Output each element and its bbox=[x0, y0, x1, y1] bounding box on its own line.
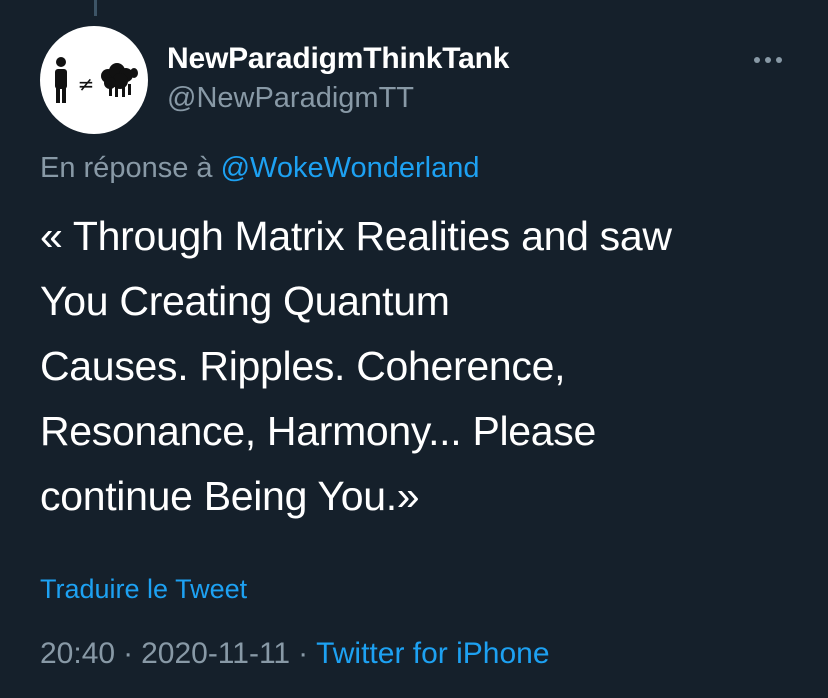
reply-context: En réponse à @WokeWonderland bbox=[40, 152, 479, 185]
tweet-source-link[interactable]: Twitter for iPhone bbox=[316, 637, 549, 670]
reply-mention-link[interactable]: @WokeWonderland bbox=[221, 152, 480, 184]
author-handle[interactable]: @NewParadigmTT bbox=[167, 82, 414, 115]
tweet-date[interactable]: 2020-11-11 bbox=[141, 637, 290, 670]
tweet-text-line: Resonance, Harmony... Please bbox=[40, 408, 597, 454]
author-display-name[interactable]: NewParadigmThinkTank bbox=[167, 42, 509, 76]
translate-tweet-link[interactable]: Traduire le Tweet bbox=[40, 574, 247, 605]
tweet-time[interactable]: 20:40 bbox=[40, 637, 115, 670]
person-not-equal-sheep-icon: ≠ bbox=[55, 57, 138, 103]
metadata-separator: · bbox=[123, 637, 134, 670]
tweet-text-line: Causes. Ripples. Coherence, bbox=[40, 343, 566, 389]
tweet-body: « Through Matrix Realities and saw You C… bbox=[40, 204, 800, 529]
tweet-metadata: 20:40 · 2020-11-11 · Twitter for iPhone bbox=[40, 637, 550, 671]
more-options-button[interactable] bbox=[748, 44, 788, 76]
reply-prefix: En réponse à bbox=[40, 152, 213, 184]
avatar[interactable]: ≠ bbox=[40, 26, 148, 134]
tweet-text-line: You Creating Quantum bbox=[40, 278, 450, 324]
tweet-text-line: continue Being You.» bbox=[40, 473, 420, 519]
metadata-separator: · bbox=[298, 637, 309, 670]
more-horizontal-icon bbox=[754, 57, 782, 63]
svg-text:≠: ≠ bbox=[78, 72, 95, 96]
thread-connector-line bbox=[94, 0, 97, 16]
tweet-text-line: « Through Matrix Realities and saw bbox=[40, 213, 672, 259]
